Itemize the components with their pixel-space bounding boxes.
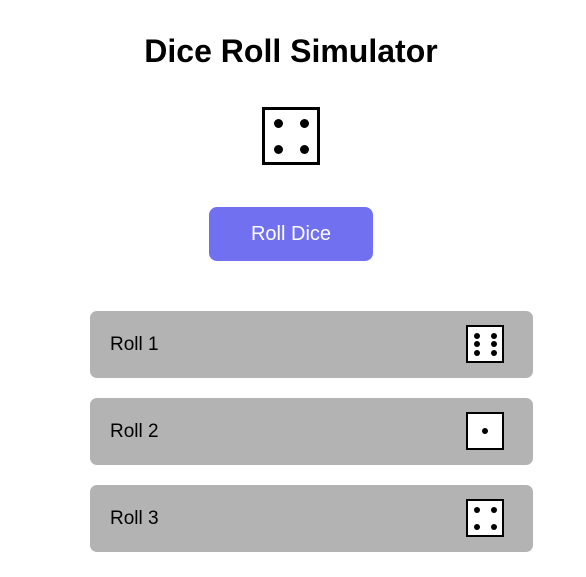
die-pip [490,341,497,347]
roll-history-list: Roll 1 Roll 2 Roll 3 [90,311,533,572]
die-pip [299,118,309,128]
die-pip [273,144,283,154]
roll-dice-button[interactable]: Roll Dice [209,207,373,261]
roll-label: Roll 3 [110,508,159,529]
die-face-1-icon [466,412,504,450]
die-pip [490,523,497,530]
die-face-4-icon [262,107,320,165]
die-pip [482,428,488,434]
die-pip [490,349,497,356]
list-item: Roll 2 [90,398,533,465]
die-pip [473,349,480,356]
die-pip [490,332,497,339]
list-item: Roll 1 [90,311,533,378]
die-face-6-icon [466,325,504,363]
die-pip [473,506,480,513]
die-pip [473,332,480,339]
die-pip [490,506,497,513]
die-pip [473,523,480,530]
roll-label: Roll 2 [110,421,159,442]
page-title: Dice Roll Simulator [144,33,438,69]
die-face-4-icon [466,499,504,537]
die-pip [473,341,480,347]
die-pip [299,144,309,154]
die-pip [273,118,283,128]
dice-roll-simulator-app: Dice Roll Simulator Roll Dice Roll 1 Rol… [0,0,586,577]
list-item: Roll 3 [90,485,533,552]
roll-label: Roll 1 [110,334,159,355]
